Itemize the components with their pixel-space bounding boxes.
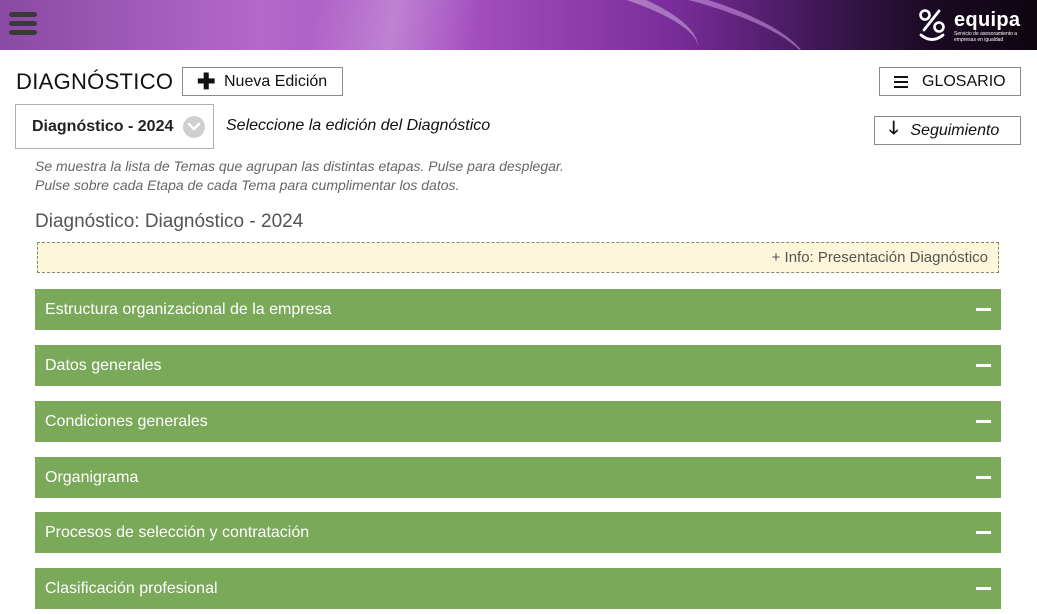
edition-select[interactable]: Diagnóstico - 2024 [15,104,214,149]
tracking-label: Seguimiento [910,121,1000,139]
accordion-topic[interactable]: Clasificación profesional [35,568,1001,609]
logo-wordmark: equipa [954,9,1021,31]
collapse-minus-icon [976,531,991,534]
edition-hint: Seleccione la edición del Diagnóstico [226,117,491,134]
accordion-topic[interactable]: Datos generales [35,345,1001,386]
accordion-topic-label: Clasificación profesional [45,579,218,597]
accordion-topic[interactable]: Organigrama [35,457,1001,498]
percent-logo-icon [919,9,945,41]
collapse-minus-icon [976,476,991,479]
help-text-line: Se muestra la lista de Temas que agrupan… [35,158,564,174]
collapse-minus-icon [976,364,991,367]
accordion-topic[interactable]: Condiciones generales [35,401,1001,442]
glossary-label: GLOSARIO [922,72,1006,90]
collapse-minus-icon [976,420,991,423]
tracking-button[interactable]: 🡓 Seguimiento [874,116,1021,145]
arrow-down-icon: 🡓 [889,117,899,138]
chevron-down-icon [183,116,205,138]
accordion-topic-label: Datos generales [45,356,162,374]
accordion-topic-label: Estructura organizacional de la empresa [45,300,332,318]
plus-icon: ✚ [197,68,216,94]
logo-tagline: Servicio de asesoramiento a empresas en … [954,31,1018,43]
edition-select-value: Diagnóstico - 2024 [32,117,174,135]
hamburger-menu-icon[interactable] [9,12,37,40]
banner-decoration [423,0,817,50]
collapse-minus-icon [976,587,991,590]
section-title: Diagnóstico: Diagnóstico - 2024 [35,211,304,232]
info-presentation-link[interactable]: + Info: Presentación Diagnóstico [37,242,999,273]
accordion-topic[interactable]: Estructura organizacional de la empresa [35,289,1001,330]
glossary-button[interactable]: GLOSARIO [879,67,1021,96]
collapse-minus-icon [976,308,991,311]
new-edition-label: Nueva Edición [224,72,328,90]
help-text-line: Pulse sobre cada Etapa de cada Tema para… [35,177,460,193]
accordion-topic-label: Procesos de selección y contratación [45,523,310,541]
equipa-logo: equipa Servicio de asesoramiento a empre… [918,8,1028,46]
new-edition-button[interactable]: ✚ Nueva Edición [182,67,343,96]
accordion-topic-label: Organigrama [45,468,139,486]
page-title: DIAGNÓSTICO [16,69,174,94]
info-link-label: + Info: Presentación Diagnóstico [771,249,988,266]
accordion-topic[interactable]: Procesos de selección y contratación [35,512,1001,553]
header-banner: equipa Servicio de asesoramiento a empre… [0,0,1037,50]
list-icon [894,75,908,88]
accordion-topic-label: Condiciones generales [45,412,208,430]
